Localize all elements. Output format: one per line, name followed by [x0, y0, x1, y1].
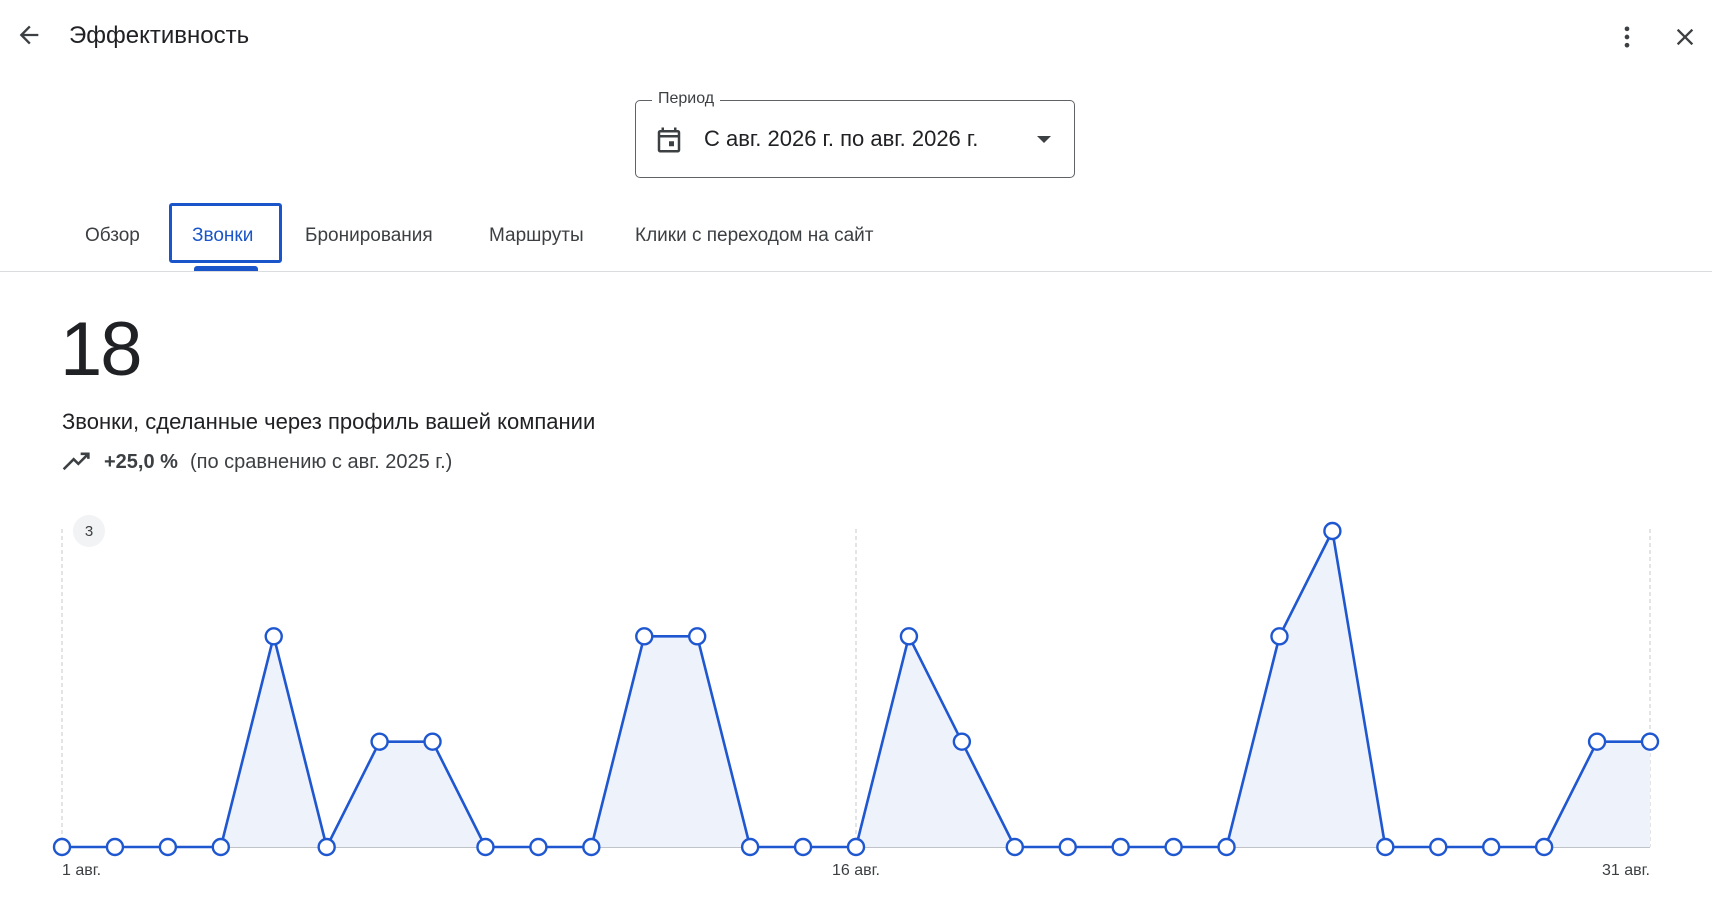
data-point [1376, 837, 1395, 857]
arrow-left-icon [19, 25, 39, 45]
data-point [1164, 837, 1183, 857]
data-point [529, 837, 548, 857]
back-button[interactable] [10, 16, 48, 54]
data-point [264, 627, 283, 646]
data-point [846, 837, 866, 857]
data-point [1058, 837, 1077, 857]
x-tick-label: 1 авг. [62, 862, 101, 879]
data-point [740, 837, 760, 857]
tab-directions[interactable]: Маршруты [489, 224, 584, 248]
data-point [1429, 837, 1448, 857]
data-point [1270, 627, 1289, 646]
data-point [423, 732, 442, 751]
more-vertical-icon [1624, 26, 1630, 48]
data-point [1481, 837, 1501, 857]
data-point [793, 837, 813, 857]
active-tab-indicator [194, 266, 258, 271]
data-point [952, 732, 972, 751]
data-point [52, 837, 72, 857]
data-point [317, 837, 336, 857]
data-point [688, 627, 707, 646]
tab-bookings[interactable]: Бронирования [305, 224, 433, 248]
dropdown-arrow-icon [1037, 136, 1051, 143]
performance-page: Эффективность Период С авг. 2026 г. по а… [0, 0, 1712, 919]
data-point [370, 732, 389, 751]
close-button[interactable] [1666, 18, 1704, 56]
data-point [211, 837, 231, 857]
tab-calls[interactable]: Звонки [192, 224, 253, 248]
data-point [476, 837, 495, 857]
tab-overview[interactable]: Обзор [85, 224, 140, 248]
close-icon [1676, 28, 1694, 46]
data-point [582, 837, 601, 857]
page-title: Эффективность [69, 22, 250, 49]
tab-website-clicks[interactable]: Клики с переходом на сайт [635, 224, 873, 248]
tab-bar: Обзор Звонки Бронирования Маршруты Клики… [0, 200, 1712, 272]
data-point [158, 837, 178, 857]
y-max-label: 3 [85, 523, 93, 540]
metric-description: Звонки, сделанные через профиль вашей ко… [62, 409, 596, 434]
more-options-button[interactable] [1608, 18, 1646, 56]
data-point [1111, 837, 1130, 857]
header: Эффективность [0, 0, 1712, 72]
period-select[interactable]: Период С авг. 2026 г. по авг. 2026 г. [635, 89, 1075, 178]
data-point [1323, 521, 1342, 541]
change-value: +25,0 % [104, 450, 178, 473]
trending-up-icon [62, 452, 90, 471]
data-point [1005, 837, 1024, 857]
data-point [1217, 837, 1236, 857]
change-comparison: (по сравнению с авг. 2025 г.) [189, 450, 453, 473]
data-point [635, 627, 654, 646]
data-point [1640, 732, 1660, 751]
calls-chart: 31 авг. 16 авг. 31 авг. [52, 515, 1660, 879]
x-tick-label: 16 авг. [832, 862, 880, 879]
period-value: С авг. 2026 г. по авг. 2026 г. [704, 126, 979, 151]
data-point [1587, 732, 1607, 751]
x-tick-label: 31 авг. [1602, 862, 1650, 879]
period-label: Период [652, 89, 721, 109]
calendar-icon [657, 127, 681, 153]
metric-value: 18 [60, 307, 143, 392]
data-point [899, 627, 919, 646]
metric-change: +25,0 % (по сравнению с авг. 2025 г.) [62, 448, 452, 476]
data-point [105, 837, 125, 857]
data-point [1534, 837, 1554, 857]
